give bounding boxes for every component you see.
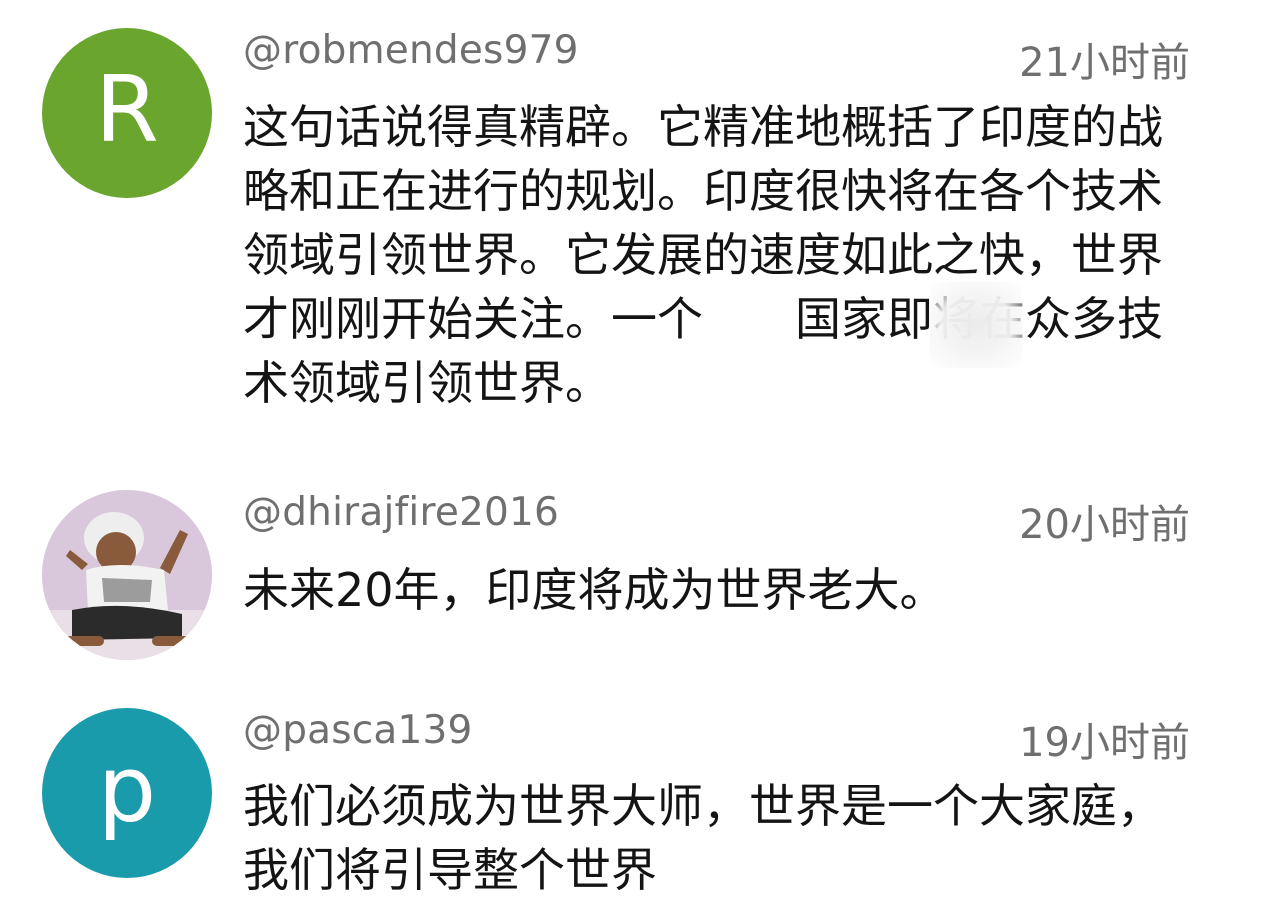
comment-item: @dhirajfire2016 20小时前 未来20年，印度将成为世界老大。 xyxy=(0,470,1278,670)
avatar[interactable] xyxy=(42,490,212,660)
comment-timestamp: 19小时前 xyxy=(1019,720,1190,766)
redaction-blur xyxy=(930,282,1022,368)
child-photo-avatar xyxy=(42,490,212,660)
avatar-initial: p xyxy=(97,736,157,843)
avatar[interactable]: p xyxy=(42,708,212,878)
comment-text: 这句话说得真精辟。它精准地概括了印度的战略和正在进行的规划。印度很快将在各个技术… xyxy=(243,100,1163,410)
comment-text: 我们必须成为世界大师，世界是一个大家庭，我们将引导整个世界 xyxy=(243,779,1163,897)
comment-username[interactable]: @dhirajfire2016 xyxy=(243,490,559,535)
avatar[interactable]: R xyxy=(42,28,212,198)
comment-username[interactable]: @robmendes979 xyxy=(243,28,579,73)
comment-timestamp: 21小时前 xyxy=(1019,40,1190,86)
comment-item: p @pasca139 19小时前 我们必须成为世界大师，世界是一个大家庭，我们… xyxy=(0,690,1278,903)
avatar-initial: R xyxy=(95,56,159,163)
comment-username[interactable]: @pasca139 xyxy=(243,708,473,753)
comment-item: R @robmendes979 21小时前 这句话说得真精辟。它精准地概括了印度… xyxy=(0,0,1278,460)
comment-timestamp: 20小时前 xyxy=(1019,502,1190,548)
comment-text: 未来20年，印度将成为世界老大。 xyxy=(243,563,946,617)
